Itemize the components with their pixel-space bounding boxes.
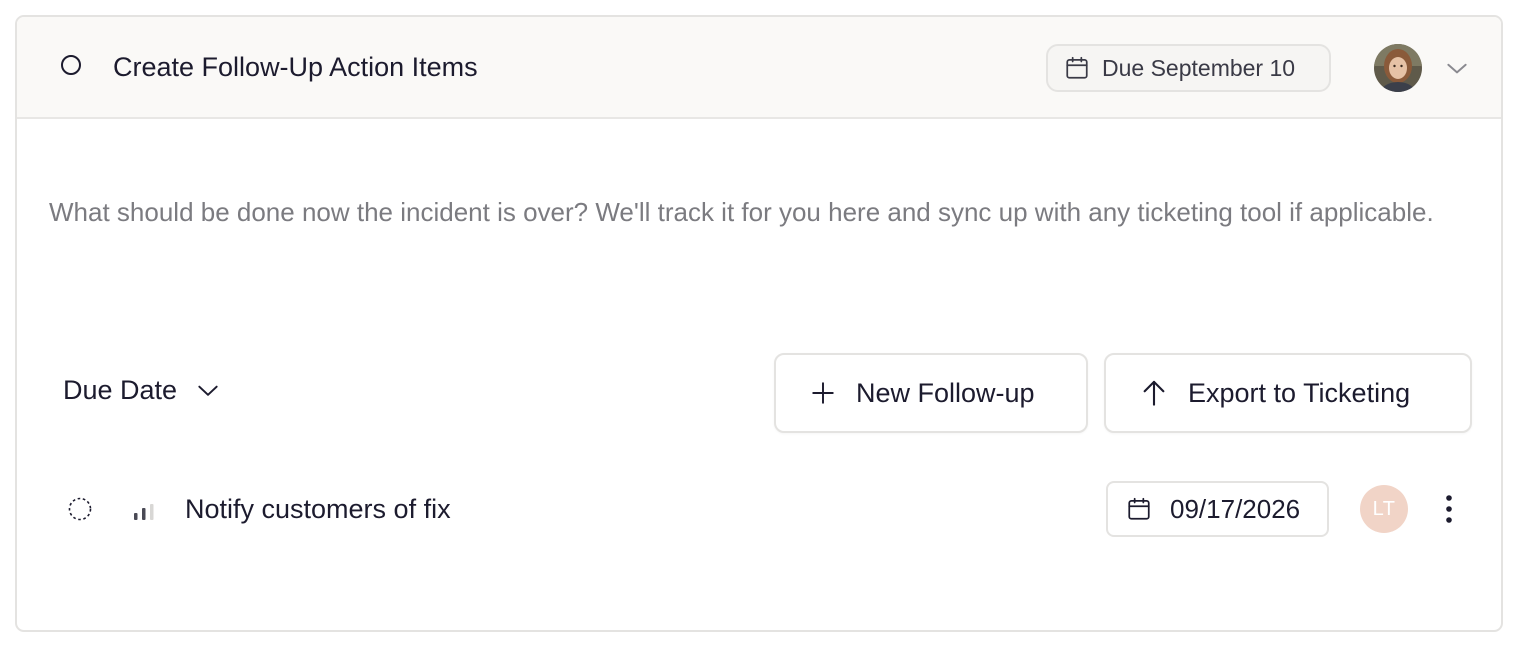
dashed-circle-icon[interactable] [68, 497, 92, 521]
export-to-ticketing-button[interactable]: Export to Ticketing [1104, 353, 1472, 433]
calendar-icon [1128, 497, 1150, 520]
chevron-down-icon[interactable] [1444, 55, 1470, 81]
follow-up-title[interactable]: Notify customers of fix [185, 492, 451, 526]
task-title: Create Follow-Up Action Items [113, 52, 478, 82]
follow-up-card: Create Follow-Up Action Items Due Septem… [15, 15, 1503, 632]
description-text: What should be done now the incident is … [49, 197, 1434, 227]
assignee-avatar[interactable]: LT [1360, 485, 1408, 533]
new-follow-up-button[interactable]: New Follow-up [774, 353, 1088, 433]
due-date-badge[interactable]: Due September 10 [1046, 44, 1331, 92]
sort-dropdown[interactable]: Due Date [63, 375, 221, 406]
list-item[interactable]: Notify customers of fix 09/17/2026 LT [17, 477, 1501, 541]
user-photo-avatar-icon [1374, 44, 1422, 92]
new-follow-up-label: New Follow-up [856, 377, 1035, 408]
more-options-button[interactable] [1435, 491, 1463, 527]
follow-up-due-date[interactable]: 09/17/2026 [1106, 481, 1329, 537]
priority-bars-icon[interactable] [133, 501, 157, 521]
circle-outline-icon[interactable] [61, 55, 81, 75]
calendar-icon [1066, 56, 1088, 79]
export-to-ticketing-label: Export to Ticketing [1188, 377, 1411, 408]
due-date-label: Due September 10 [1102, 54, 1296, 81]
card-header: Create Follow-Up Action Items Due Septem… [17, 17, 1501, 119]
plus-icon [812, 382, 834, 404]
arrow-up-icon [1143, 380, 1165, 406]
more-vertical-icon [1446, 495, 1452, 523]
sort-label: Due Date [63, 375, 178, 405]
avatar[interactable] [1374, 44, 1422, 92]
follow-up-due-date-label: 09/17/2026 [1170, 493, 1301, 524]
chevron-down-icon [198, 385, 218, 396]
